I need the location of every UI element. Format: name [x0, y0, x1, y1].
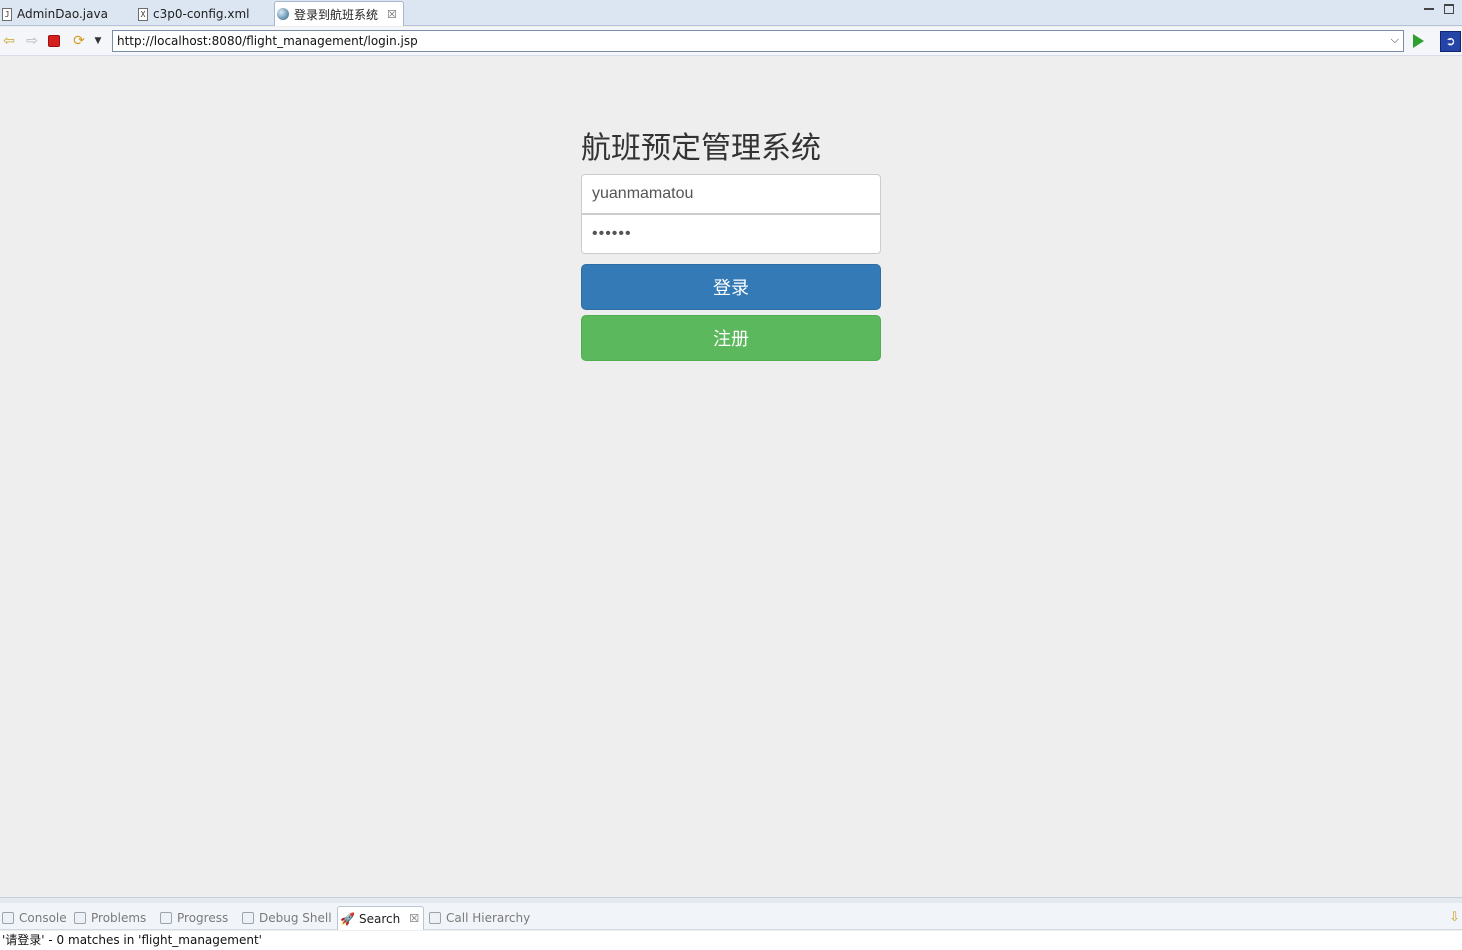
progress-icon [160, 912, 172, 924]
view-tab-label: Console [19, 911, 67, 925]
username-field[interactable] [581, 174, 881, 214]
view-tab-label: Problems [91, 911, 147, 925]
problems-icon [74, 912, 86, 924]
tab-console[interactable]: Console [0, 906, 71, 930]
url-bar[interactable]: ⌵ [112, 30, 1404, 52]
url-input[interactable] [117, 34, 1377, 48]
tab-label: c3p0-config.xml [153, 7, 250, 21]
tab-progress[interactable]: Progress [158, 906, 232, 930]
view-tab-label: Debug Shell [259, 911, 332, 925]
maximize-icon[interactable] [1444, 4, 1454, 14]
views-tab-bar: Console Problems Progress Debug Shell 🚀 … [0, 903, 1462, 930]
console-icon [2, 912, 14, 924]
password-field[interactable] [581, 214, 881, 254]
minimize-views-icon[interactable]: ⇩ [1449, 910, 1460, 925]
tab-login-page[interactable]: 登录到航班系统 ☒ [274, 1, 404, 26]
register-button[interactable]: 注册 [581, 315, 881, 361]
refresh-dropdown-icon[interactable]: ▼ [93, 33, 103, 49]
tab-label: 登录到航班系统 [294, 7, 379, 22]
xml-file-icon: X [138, 7, 148, 21]
tab-c3p0-config-xml[interactable]: X c3p0-config.xml [136, 2, 255, 26]
forward-arrow-icon[interactable]: ⇨ [24, 33, 40, 49]
window-controls [1424, 4, 1454, 14]
web-page: 航班预定管理系统 登录 注册 [0, 57, 1462, 897]
tab-debug-shell[interactable]: Debug Shell [240, 906, 336, 930]
stop-icon[interactable] [48, 35, 60, 47]
editor-tab-bar: J AdminDao.java X c3p0-config.xml 登录到航班系… [0, 0, 1462, 26]
view-tab-label: Progress [177, 911, 229, 925]
call-hierarchy-icon [429, 912, 441, 924]
globe-icon [277, 8, 289, 20]
back-arrow-icon[interactable]: ⇦ [1, 33, 17, 49]
url-history-dropdown-icon[interactable]: ⌵ [1391, 33, 1399, 47]
close-tab-icon[interactable]: ☒ [409, 912, 419, 925]
view-tab-label: Search [359, 911, 401, 926]
minimize-icon[interactable] [1424, 4, 1434, 10]
tab-problems[interactable]: Problems [72, 906, 150, 930]
search-result-line: '请登录' - 0 matches in 'flight_management' [0, 931, 1462, 950]
refresh-icon[interactable]: ⟳ [71, 33, 87, 49]
login-form: 航班预定管理系统 登录 注册 [581, 130, 881, 361]
view-tab-label: Call Hierarchy [446, 911, 531, 925]
tab-search[interactable]: 🚀 Search ☒ [337, 906, 425, 930]
go-icon[interactable] [1413, 34, 1424, 48]
search-icon: 🚀 [340, 911, 355, 926]
java-file-icon: J [2, 7, 12, 21]
close-tab-icon[interactable]: ☒ [387, 8, 397, 21]
tab-call-hierarchy[interactable]: Call Hierarchy [427, 906, 534, 930]
page-title: 航班预定管理系统 [581, 131, 821, 166]
tab-admindao-java[interactable]: J AdminDao.java [0, 2, 114, 26]
tab-label: AdminDao.java [17, 7, 108, 21]
external-browser-icon[interactable]: ➲ [1440, 31, 1461, 52]
login-button[interactable]: 登录 [581, 264, 881, 310]
browser-toolbar: ⇦ ⇨ ⟳ ▼ ⌵ ➲ [0, 27, 1462, 56]
debug-shell-icon [242, 912, 254, 924]
